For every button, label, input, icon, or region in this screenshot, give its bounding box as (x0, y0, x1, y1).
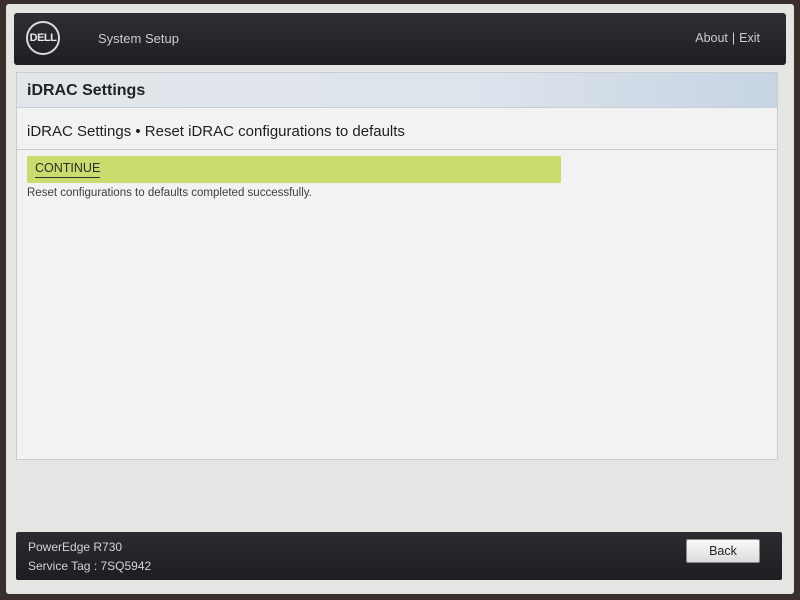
page-subtitle: iDRAC Settings • Reset iDRAC configurati… (27, 123, 405, 140)
footer-bar: PowerEdge R730 Service Tag : 7SQ5942 Bac… (16, 532, 782, 580)
logo-text: DELL (29, 32, 57, 44)
top-links: About | Exit (695, 31, 760, 45)
model-name: PowerEdge R730 (28, 540, 123, 554)
divider (17, 149, 777, 150)
continue-button[interactable]: CONTINUE (35, 161, 101, 178)
service-tag: Service Tag : 7SQ5942 (28, 559, 152, 573)
link-separator: | (731, 31, 736, 45)
main-panel: iDRAC Settings iDRAC Settings • Reset iD… (16, 72, 778, 460)
bios-screen: DELL System Setup About | Exit iDRAC Setti… (6, 4, 794, 594)
section-header: iDRAC Settings (17, 73, 777, 108)
exit-link[interactable]: Exit (739, 31, 760, 45)
about-link[interactable]: About (695, 31, 728, 45)
back-button[interactable]: Back (686, 539, 760, 563)
section-title: iDRAC Settings (27, 82, 146, 99)
top-bar: DELL System Setup About | Exit (14, 13, 786, 65)
continue-row[interactable]: CONTINUE (27, 156, 561, 183)
app-title: System Setup (98, 31, 179, 46)
status-message: Reset configurations to defaults complet… (27, 187, 312, 199)
dell-logo: DELL (26, 21, 60, 55)
